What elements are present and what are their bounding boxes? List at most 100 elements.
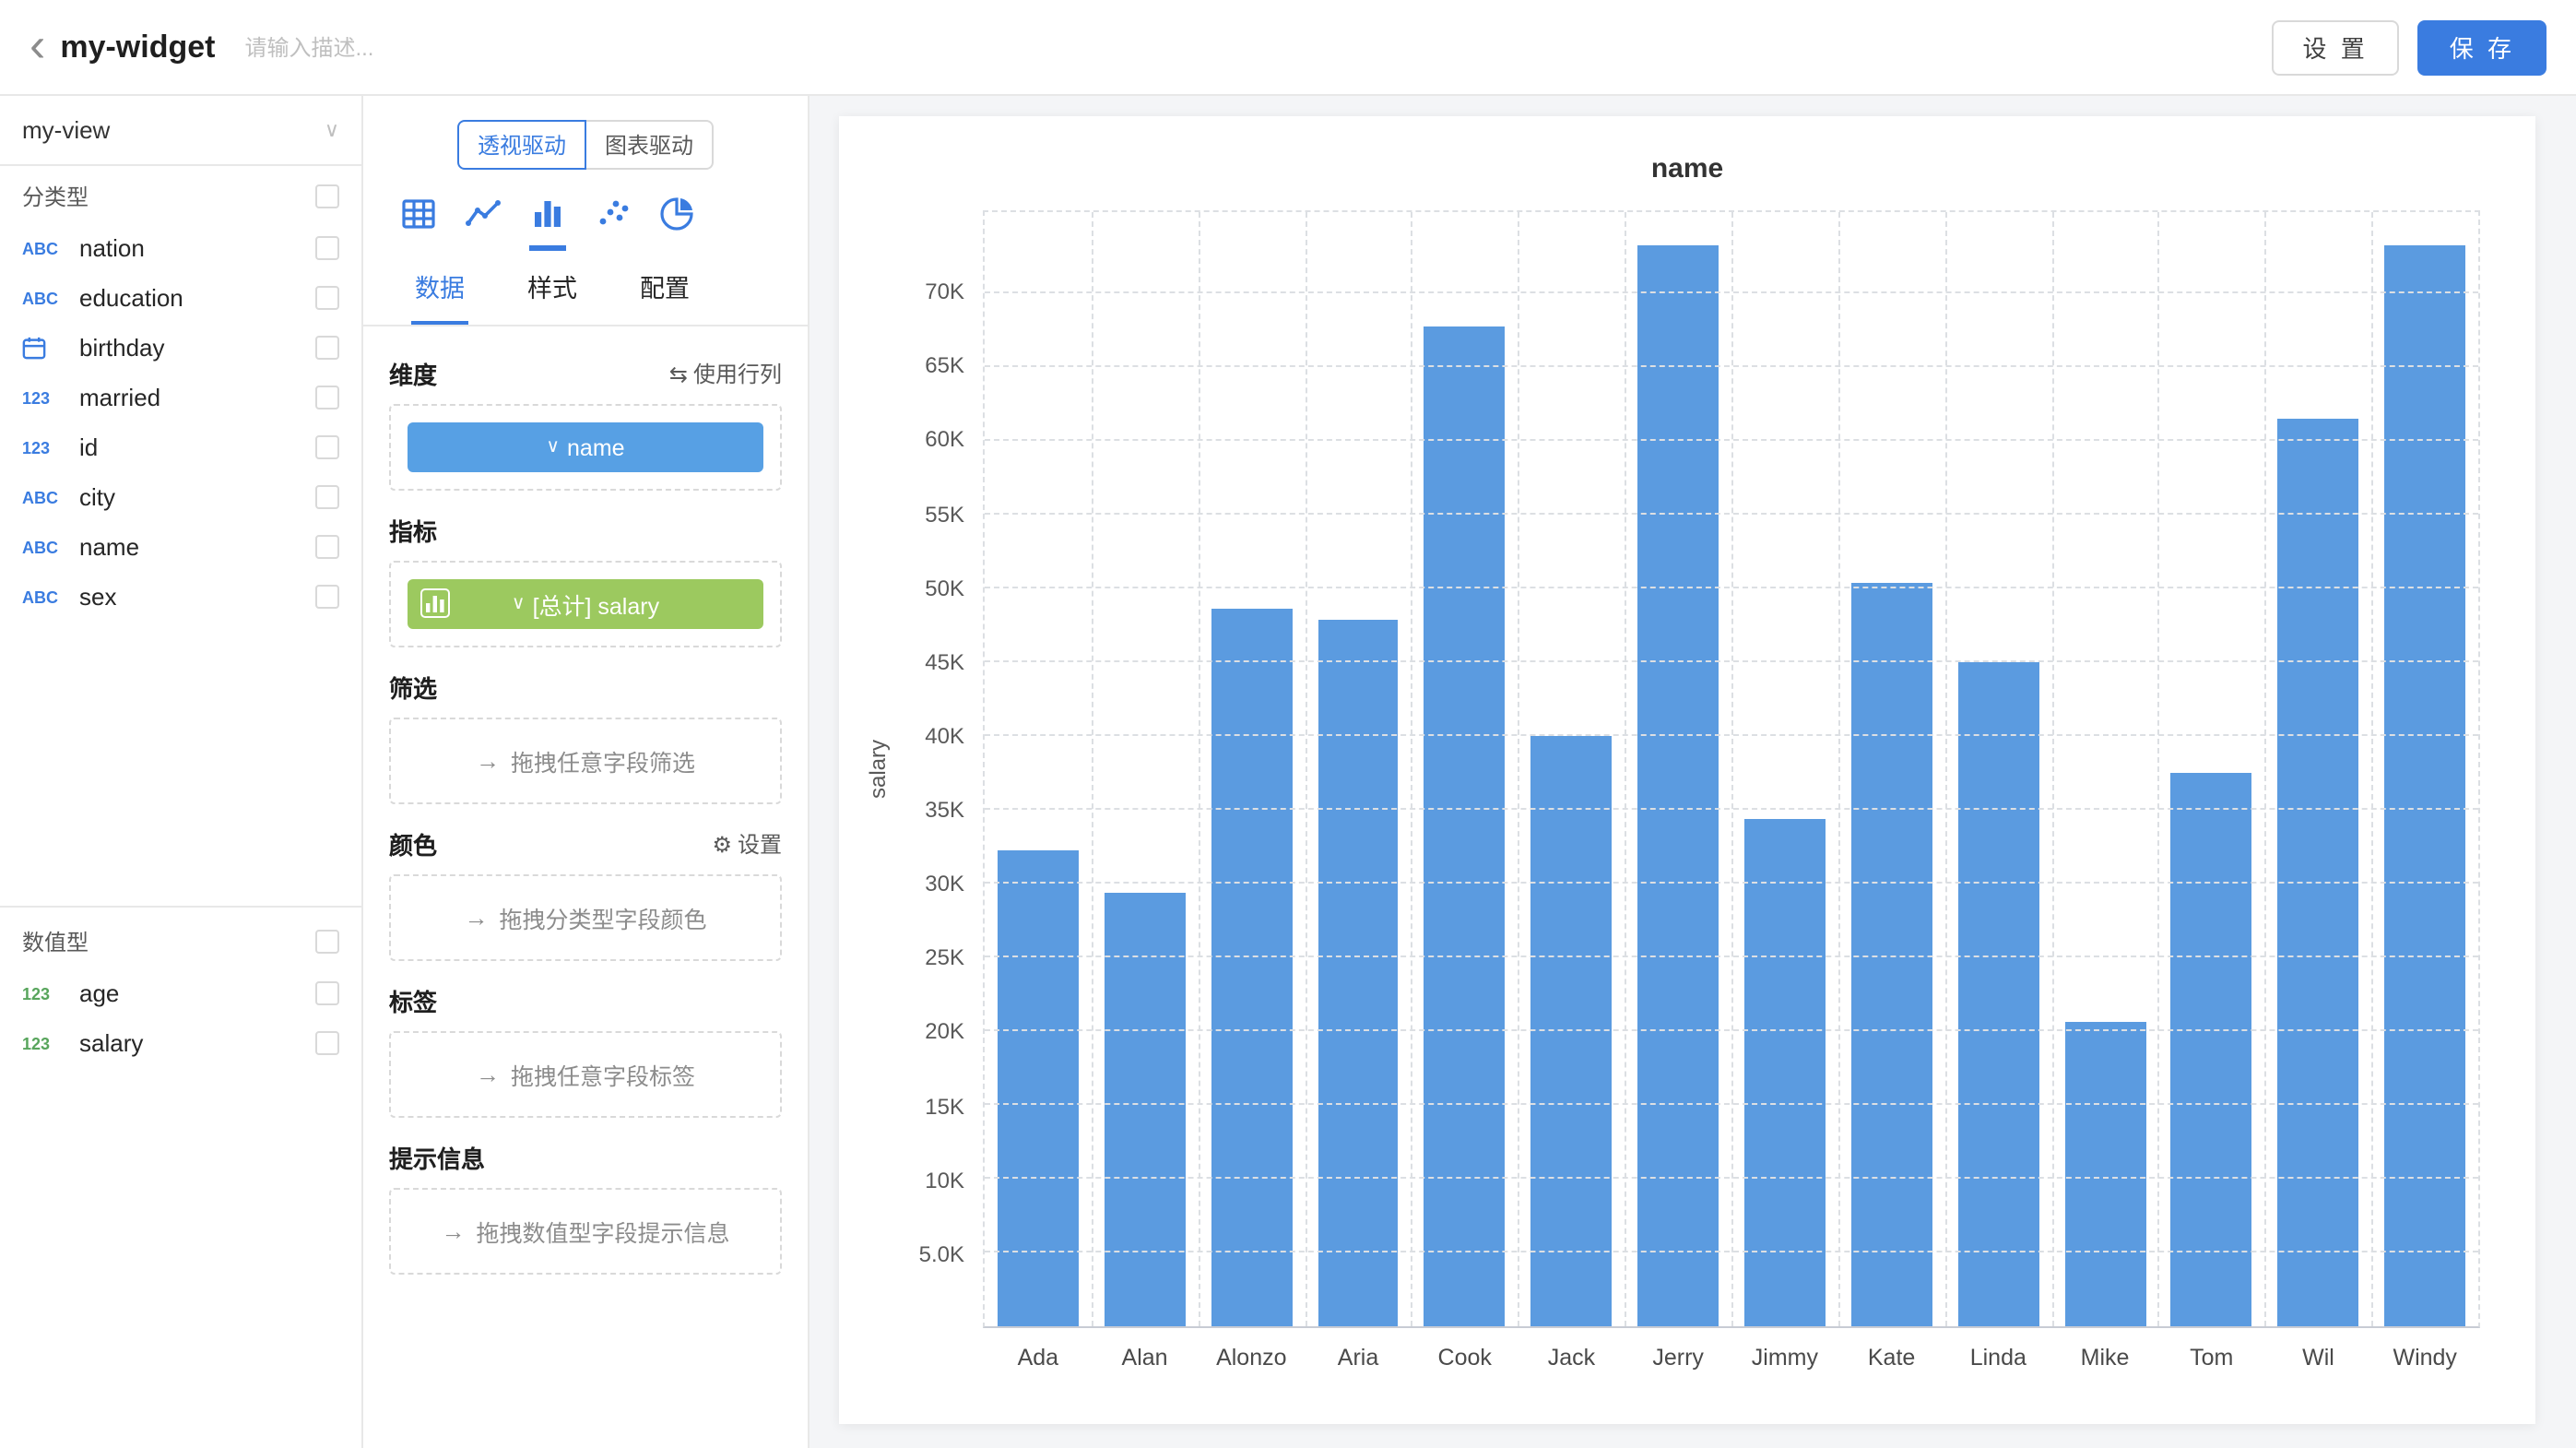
table-icon[interactable] [400,196,437,251]
scatter-icon[interactable] [594,196,631,251]
view-selector-label: my-view [22,116,110,144]
arrow-right-icon: → [441,1217,465,1245]
tab-style[interactable]: 样式 [524,251,581,325]
settings-button[interactable]: 设 置 [2272,19,2400,75]
gear-icon: ⚙ [712,831,732,857]
tooltip-drop-zone[interactable]: → 拖拽数值型字段提示信息 [389,1188,782,1275]
numeric-field-list: 123age123salary [22,968,339,1068]
bar-Mike[interactable] [2064,1022,2145,1326]
gridline-vertical [2051,212,2053,1326]
y-tick-label: 30K [925,871,964,896]
field-item-name[interactable]: ABC name [22,522,339,572]
mode-pivot-driven[interactable]: 透视驱动 [457,120,586,170]
categorical-field-list: ABCnationABCeducationbirthday123married1… [22,223,339,622]
color-settings-action[interactable]: ⚙ 设置 [712,828,782,860]
tag-drop-zone[interactable]: → 拖拽任意字段标签 [389,1031,782,1118]
chart-type-switcher [363,170,808,251]
field-checkbox[interactable] [315,435,339,459]
bar-Wil[interactable] [2278,419,2359,1326]
bar-Kate[interactable] [1851,583,1932,1326]
bar-slot [2265,212,2372,1326]
field-label: id [79,433,302,461]
field-item-education[interactable]: ABCeducation [22,273,339,323]
y-tick-label: 40K [925,723,964,749]
view-selector[interactable]: my-view ∨ [0,96,361,166]
page-title: my-widget [60,29,215,65]
bar-Linda[interactable] [1957,662,2038,1326]
bar-Windy[interactable] [2384,244,2465,1326]
field-item-sex[interactable]: ABCsex [22,572,339,622]
field-item-salary[interactable]: 123salary [22,1018,339,1068]
numeric-section-title: 数值型 [22,926,89,957]
field-item-nation[interactable]: ABCnation [22,223,339,273]
field-checkbox[interactable] [315,981,339,1005]
bar-slot [2371,212,2478,1326]
field-item-city[interactable]: ABCcity [22,472,339,522]
tooltip-label: 提示信息 [389,1140,485,1175]
dimension-pill-name[interactable]: ∨ name [408,422,763,472]
field-label: city [79,483,302,511]
tab-config[interactable]: 配置 [636,251,693,325]
bar-Jerry[interactable] [1637,246,1719,1326]
y-tick-label: 50K [925,575,964,600]
save-button[interactable]: 保 存 [2418,19,2546,75]
field-item-married[interactable]: 123married [22,373,339,422]
description-input[interactable] [244,34,613,60]
bar-slot [1625,212,1731,1326]
y-tick-label: 5.0K [919,1241,964,1267]
color-drop-zone[interactable]: → 拖拽分类型字段颜色 [389,874,782,961]
filter-label: 筛选 [389,670,437,705]
measure-label: 指标 [389,513,437,548]
bar-Jack[interactable] [1530,736,1612,1326]
y-tick-label: 65K [925,353,964,379]
field-checkbox[interactable] [315,535,339,559]
number-field-icon: 123 [22,438,66,457]
gridline-vertical [1731,212,1733,1326]
field-label: married [79,384,302,411]
mode-chart-driven[interactable]: 图表驱动 [586,120,714,170]
field-checkbox[interactable] [315,485,339,509]
bar-Alonzo[interactable] [1211,609,1292,1326]
y-tick-label: 35K [925,797,964,823]
field-item-age[interactable]: 123age [22,968,339,1018]
numeric-select-all-checkbox[interactable] [315,930,339,954]
bar-Alan[interactable] [1105,893,1186,1326]
x-axis-labels: AdaAlanAlonzoAriaCookJackJerryJimmyKateL… [985,1326,2478,1371]
field-checkbox[interactable] [315,236,339,260]
bar-slot [1731,212,1838,1326]
measure-drop-zone[interactable]: ∨ [总计] salary [389,561,782,647]
bar-chart-icon[interactable] [529,196,566,251]
tag-label: 标签 [389,983,437,1018]
field-checkbox[interactable] [315,286,339,310]
measure-pill-salary[interactable]: ∨ [总计] salary [408,579,763,629]
x-tick-label: Jimmy [1731,1345,1838,1371]
field-item-id[interactable]: 123 id [22,422,339,472]
line-chart-icon[interactable] [465,196,502,251]
field-label: name [79,533,302,561]
chevron-down-icon: ∨ [325,118,339,142]
bar-Tom[interactable] [2171,773,2252,1326]
tooltip-placeholder: 拖拽数值型字段提示信息 [476,1214,729,1249]
field-checkbox[interactable] [315,1031,339,1055]
categorical-select-all-checkbox[interactable] [315,184,339,208]
gridline-vertical [1518,212,1520,1326]
pie-chart-icon[interactable] [658,196,695,251]
use-rows-columns-action[interactable]: ⇆ 使用行列 [669,358,782,389]
field-checkbox[interactable] [315,585,339,609]
field-checkbox[interactable] [315,336,339,360]
gridline-vertical [2158,212,2160,1326]
number-field-icon: 123 [22,984,66,1003]
dimension-drop-zone[interactable]: ∨ name [389,404,782,491]
tab-data[interactable]: 数据 [411,251,468,325]
filter-drop-zone[interactable]: → 拖拽任意字段筛选 [389,718,782,804]
dimension-pill-label: name [567,434,625,460]
y-tick-label: 25K [925,945,964,971]
categorical-section: 分类型 ABCnationABCeducationbirthday123marr… [0,166,361,629]
text-field-icon: ABC [22,538,66,556]
field-item-birthday[interactable]: birthday [22,323,339,373]
back-button[interactable]: ‹ [30,19,60,75]
bar-Aria[interactable] [1318,620,1399,1326]
bar-Ada[interactable] [998,849,1079,1326]
field-checkbox[interactable] [315,386,339,409]
gridline-vertical [1412,212,1413,1326]
